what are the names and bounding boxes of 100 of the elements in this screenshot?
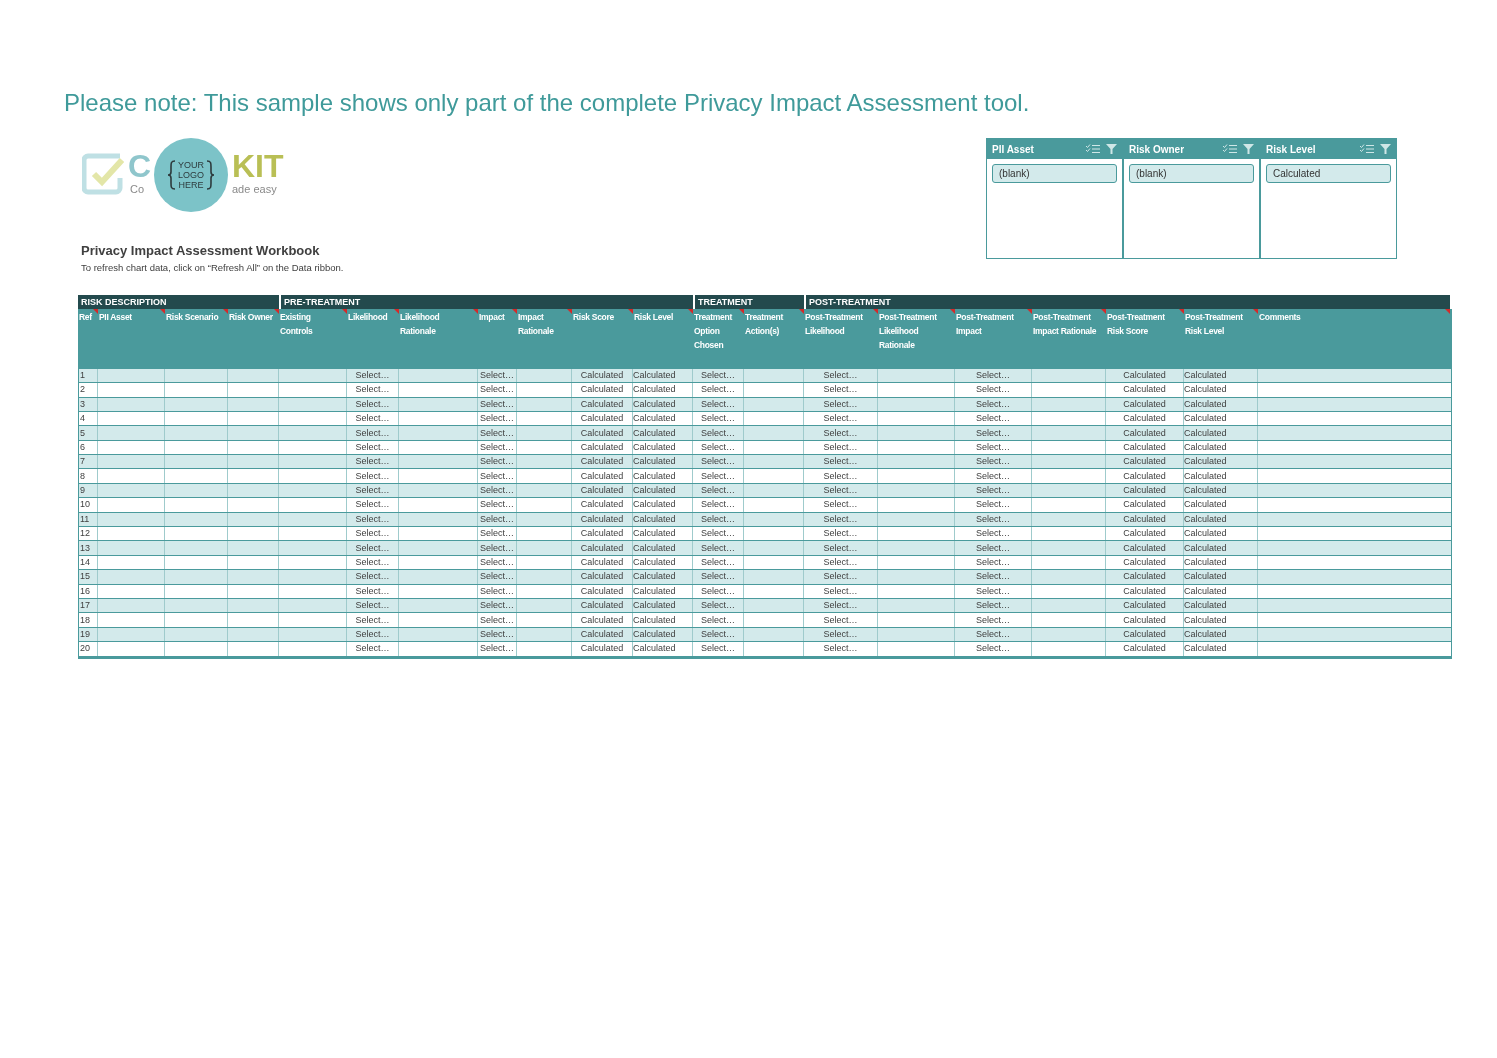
table-cell[interactable]: Select… (823, 615, 858, 625)
table-cell[interactable]: Select… (823, 543, 858, 553)
table-cell[interactable]: Select… (976, 615, 1010, 625)
table-cell[interactable]: Select… (701, 500, 735, 510)
table-cell[interactable]: Select… (701, 572, 735, 582)
table-cell[interactable]: Select… (480, 572, 514, 582)
table-cell[interactable]: Select… (701, 529, 735, 539)
table-cell[interactable]: Select… (355, 414, 390, 424)
table-cell[interactable]: Select… (355, 572, 390, 582)
multi-select-icon[interactable] (1223, 144, 1237, 154)
table-cell[interactable]: Select… (823, 442, 858, 452)
table-cell[interactable]: Select… (701, 414, 735, 424)
table-cell[interactable]: Select… (976, 558, 1010, 567)
table-cell[interactable]: Select… (355, 586, 390, 596)
table-cell[interactable]: Select… (976, 428, 1010, 438)
table-cell[interactable]: Select… (823, 471, 858, 481)
filter-icon[interactable] (1243, 144, 1254, 154)
table-cell[interactable]: Select… (355, 543, 390, 553)
table-cell[interactable]: Select… (480, 442, 514, 452)
table-cell[interactable]: Select… (976, 543, 1010, 553)
table-cell[interactable]: Select… (823, 572, 858, 582)
table-cell[interactable]: Select… (355, 615, 390, 625)
table-cell[interactable]: Select… (355, 471, 390, 481)
table-cell[interactable]: Select… (701, 543, 735, 553)
table-cell[interactable]: Select… (355, 644, 390, 654)
table-cell[interactable]: Select… (823, 644, 858, 654)
table-cell[interactable]: Select… (355, 601, 390, 611)
table-cell[interactable]: Select… (976, 514, 1010, 524)
table-cell[interactable]: Select… (355, 500, 390, 510)
table-cell[interactable]: Select… (823, 370, 858, 380)
table-cell[interactable]: Select… (480, 644, 514, 654)
table-cell[interactable]: Select… (823, 529, 858, 539)
table-cell[interactable]: Select… (701, 442, 735, 452)
table-cell[interactable]: Select… (355, 428, 390, 438)
table-cell[interactable]: Select… (701, 385, 735, 395)
table-cell[interactable]: Select… (976, 572, 1010, 582)
table-cell[interactable]: Select… (701, 586, 735, 596)
table-cell[interactable]: Select… (976, 370, 1010, 380)
table-cell[interactable]: Select… (480, 558, 514, 567)
table-cell[interactable]: Select… (701, 428, 735, 438)
table-cell[interactable]: Select… (976, 629, 1010, 639)
table-cell[interactable]: Select… (701, 486, 735, 496)
table-cell[interactable]: Select… (355, 457, 390, 467)
table-cell[interactable]: Select… (701, 471, 735, 481)
table-cell[interactable]: Select… (701, 399, 735, 409)
table-cell[interactable]: Select… (701, 601, 735, 611)
table-cell[interactable]: Select… (823, 457, 858, 467)
multi-select-icon[interactable] (1086, 144, 1100, 154)
slicer-item[interactable]: Calculated (1266, 164, 1391, 183)
table-cell[interactable]: Select… (976, 586, 1010, 596)
table-cell[interactable]: Select… (976, 442, 1010, 452)
table-cell[interactable]: Select… (823, 601, 858, 611)
table-cell[interactable]: Select… (355, 442, 390, 452)
table-cell[interactable]: Select… (976, 486, 1010, 496)
table-cell[interactable]: Select… (355, 399, 390, 409)
table-cell[interactable]: Select… (823, 399, 858, 409)
table-cell[interactable]: Select… (480, 471, 514, 481)
table-cell[interactable]: Select… (823, 486, 858, 496)
table-cell[interactable]: Select… (480, 385, 514, 395)
table-cell[interactable]: Select… (976, 644, 1010, 654)
table-cell[interactable]: Select… (480, 457, 514, 467)
table-cell[interactable]: Select… (976, 457, 1010, 467)
table-cell[interactable]: Select… (823, 500, 858, 510)
filter-icon[interactable] (1106, 144, 1117, 154)
table-cell[interactable]: Select… (355, 385, 390, 395)
table-cell[interactable]: Select… (823, 558, 858, 567)
multi-select-icon[interactable] (1360, 144, 1374, 154)
table-cell[interactable]: Select… (480, 414, 514, 424)
table-cell[interactable]: Select… (976, 399, 1010, 409)
table-cell[interactable]: Select… (355, 558, 390, 567)
table-cell[interactable]: Select… (701, 629, 735, 639)
table-cell[interactable]: Select… (355, 529, 390, 539)
table-cell[interactable]: Select… (480, 529, 514, 539)
table-cell[interactable]: Select… (823, 414, 858, 424)
table-cell[interactable]: Select… (480, 399, 514, 409)
table-cell[interactable]: Select… (976, 471, 1010, 481)
table-cell[interactable]: Select… (480, 370, 514, 380)
table-cell[interactable]: Select… (976, 529, 1010, 539)
slicer-item[interactable]: (blank) (992, 164, 1117, 183)
table-cell[interactable]: Select… (701, 370, 735, 380)
table-cell[interactable]: Select… (355, 514, 390, 524)
table-cell[interactable]: Select… (823, 385, 858, 395)
table-cell[interactable]: Select… (701, 615, 735, 625)
table-cell[interactable]: Select… (480, 500, 514, 510)
table-cell[interactable]: Select… (480, 615, 514, 625)
table-cell[interactable]: Select… (976, 414, 1010, 424)
table-cell[interactable]: Select… (976, 385, 1010, 395)
table-cell[interactable]: Select… (480, 514, 514, 524)
table-cell[interactable]: Select… (355, 486, 390, 496)
slicer-item[interactable]: (blank) (1129, 164, 1254, 183)
table-cell[interactable]: Select… (823, 514, 858, 524)
table-cell[interactable]: Select… (480, 428, 514, 438)
table-cell[interactable]: Select… (355, 370, 390, 380)
table-cell[interactable]: Select… (480, 601, 514, 611)
table-cell[interactable]: Select… (823, 629, 858, 639)
table-cell[interactable]: Select… (701, 558, 735, 567)
table-cell[interactable]: Select… (701, 514, 735, 524)
table-cell[interactable]: Select… (976, 500, 1010, 510)
table-cell[interactable]: Select… (480, 629, 514, 639)
table-cell[interactable]: Select… (480, 543, 514, 553)
